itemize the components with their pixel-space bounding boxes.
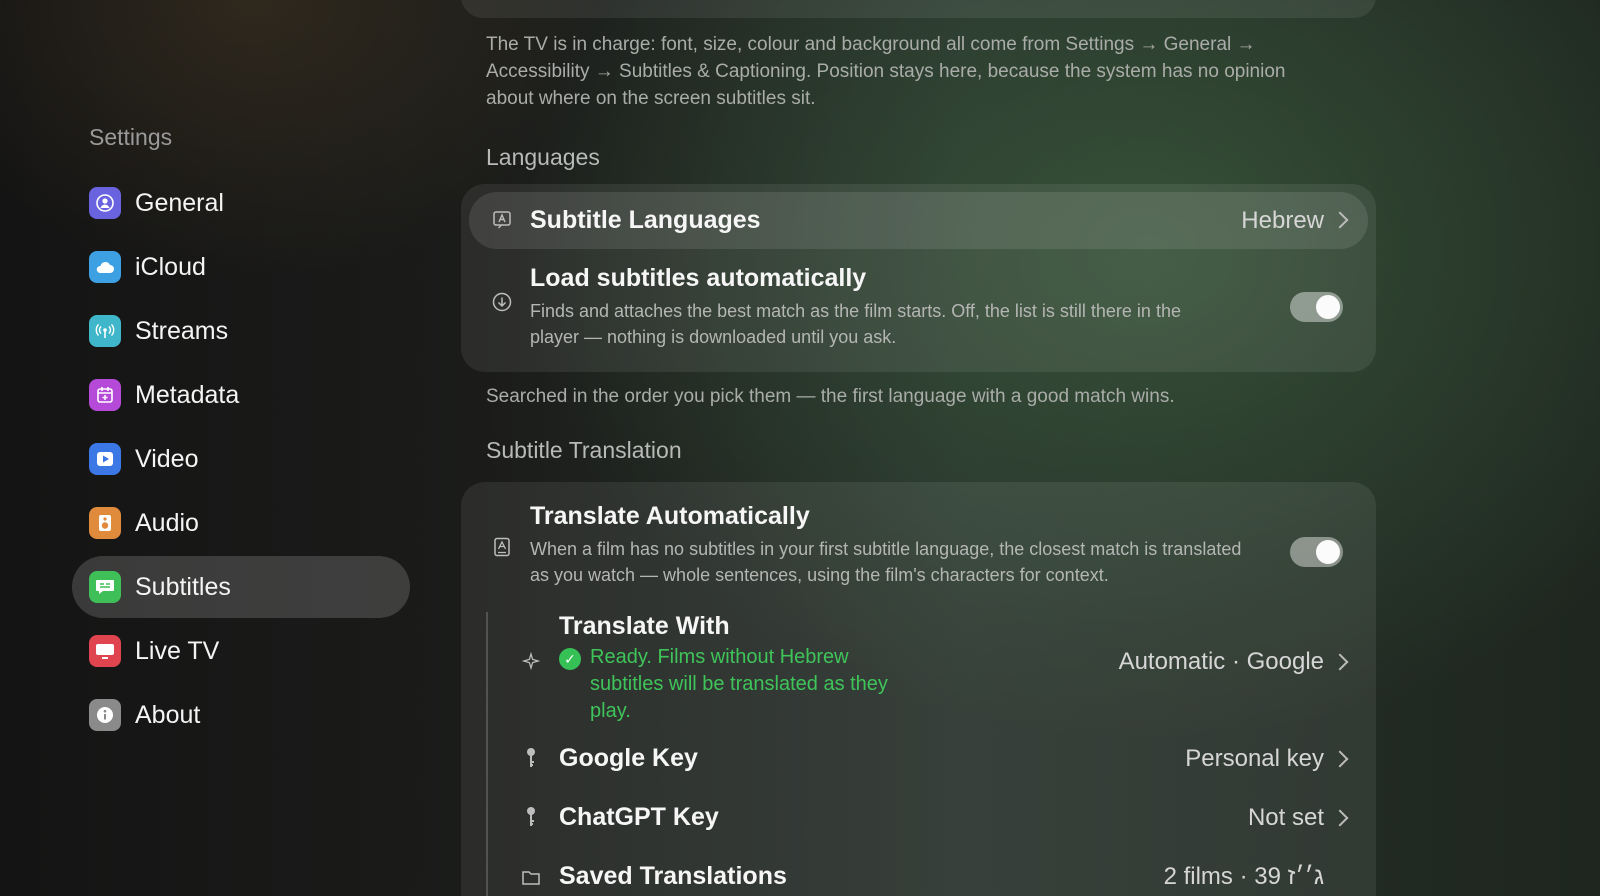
sidebar-item-video[interactable]: Video bbox=[72, 428, 410, 490]
translate-automatically-label: Translate Automatically bbox=[530, 502, 810, 530]
sparkle-icon bbox=[520, 650, 542, 672]
subtitle-language-icon bbox=[491, 209, 513, 231]
sidebar-item-icloud[interactable]: iCloud bbox=[72, 236, 410, 298]
sidebar-item-label: Metadata bbox=[135, 380, 240, 409]
google-key-row[interactable]: Google Key Personal key bbox=[469, 736, 1368, 784]
folder-icon bbox=[520, 866, 542, 888]
load-automatically-description: Finds and attaches the best match as the… bbox=[530, 301, 1181, 347]
previous-card bbox=[461, 0, 1376, 18]
section-title-languages: Languages bbox=[486, 144, 600, 170]
speaker-icon bbox=[89, 507, 121, 539]
sidebar-item-metadata[interactable]: Metadata bbox=[72, 364, 410, 426]
sidebar-item-label: Audio bbox=[135, 508, 199, 537]
google-key-value: Personal key bbox=[1185, 745, 1324, 772]
settings-content: The TV is in charge: font, size, colour … bbox=[461, 0, 1376, 896]
sidebar-item-label: Streams bbox=[135, 316, 229, 345]
subtitles-icon bbox=[89, 571, 121, 603]
subtitle-style-description: The TV is in charge: font, size, colour … bbox=[486, 34, 1286, 109]
sidebar-item-general[interactable]: General bbox=[72, 172, 410, 234]
google-key-label: Google Key bbox=[559, 744, 698, 772]
info-icon bbox=[89, 699, 121, 731]
languages-card: Subtitle Languages Hebrew Load subtitles… bbox=[461, 184, 1376, 372]
chatgpt-key-row[interactable]: ChatGPT Key Not set bbox=[469, 795, 1368, 843]
sidebar-item-about[interactable]: About bbox=[72, 684, 410, 746]
saved-translations-row[interactable]: Saved Translations 2 films · ג׳׳ז 39 bbox=[469, 852, 1368, 896]
subtitle-languages-label: Subtitle Languages bbox=[530, 206, 761, 234]
chevron-right-icon bbox=[1331, 809, 1349, 827]
sidebar: Settings General iCloud Streams Metadata… bbox=[72, 0, 410, 896]
translate-with-label: Translate With bbox=[559, 612, 730, 640]
chatgpt-key-value: Not set bbox=[1247, 804, 1324, 831]
translate-book-icon bbox=[491, 536, 513, 558]
download-icon bbox=[491, 291, 513, 313]
sidebar-item-label: General bbox=[135, 188, 224, 217]
saved-translations-label: Saved Translations bbox=[559, 862, 787, 890]
sidebar-item-label: Video bbox=[135, 444, 199, 473]
chevron-right-icon bbox=[1331, 750, 1349, 768]
calendar-icon bbox=[89, 379, 121, 411]
tv-icon bbox=[89, 635, 121, 667]
sidebar-item-live-tv[interactable]: Live TV bbox=[72, 620, 410, 682]
chatgpt-key-label: ChatGPT Key bbox=[559, 803, 719, 831]
sidebar-item-label: About bbox=[135, 700, 201, 729]
person-icon bbox=[89, 187, 121, 219]
toggle-knob bbox=[1316, 295, 1340, 319]
toggle-knob bbox=[1316, 540, 1340, 564]
languages-footer: Searched in the order you pick them — th… bbox=[486, 386, 1175, 407]
sidebar-item-streams[interactable]: Streams bbox=[72, 300, 410, 362]
chevron-right-icon bbox=[1331, 653, 1349, 671]
key-icon bbox=[520, 806, 542, 828]
checkmark-icon: ✓ bbox=[559, 648, 581, 670]
sidebar-item-label: Live TV bbox=[135, 636, 220, 665]
chevron-right-icon bbox=[1331, 211, 1349, 229]
sidebar-item-label: Subtitles bbox=[135, 572, 231, 601]
play-icon bbox=[89, 443, 121, 475]
sidebar-item-subtitles[interactable]: Subtitles bbox=[72, 556, 410, 618]
sidebar-title: Settings bbox=[89, 124, 173, 150]
section-title-translation: Subtitle Translation bbox=[486, 437, 682, 463]
load-automatically-row: Load subtitles automatically Finds and a… bbox=[469, 256, 1368, 366]
translate-automatically-toggle[interactable] bbox=[1290, 537, 1343, 567]
translate-with-row[interactable]: Translate With ✓ Ready. Films without He… bbox=[469, 610, 1368, 722]
antenna-icon bbox=[89, 315, 121, 347]
translate-ready-status: Ready. Films without Hebrew subtitles wi… bbox=[590, 646, 888, 722]
load-automatically-label: Load subtitles automatically bbox=[530, 264, 867, 292]
translate-automatically-description: When a film has no subtitles in your fir… bbox=[530, 539, 1242, 585]
translate-with-value: Automatic · Google bbox=[1118, 648, 1324, 675]
cloud-icon bbox=[89, 251, 121, 283]
subtitle-languages-row[interactable]: Subtitle Languages Hebrew bbox=[469, 192, 1368, 249]
saved-translations-value: 2 films · ג׳׳ז 39 bbox=[1163, 863, 1324, 890]
load-automatically-toggle[interactable] bbox=[1290, 292, 1343, 322]
translation-card: Translate Automatically When a film has … bbox=[461, 482, 1376, 896]
subtitle-languages-value: Hebrew bbox=[1241, 207, 1324, 234]
sidebar-item-label: iCloud bbox=[135, 252, 206, 281]
sidebar-item-audio[interactable]: Audio bbox=[72, 492, 410, 554]
key-icon bbox=[520, 747, 542, 769]
translate-automatically-row: Translate Automatically When a film has … bbox=[469, 500, 1368, 610]
